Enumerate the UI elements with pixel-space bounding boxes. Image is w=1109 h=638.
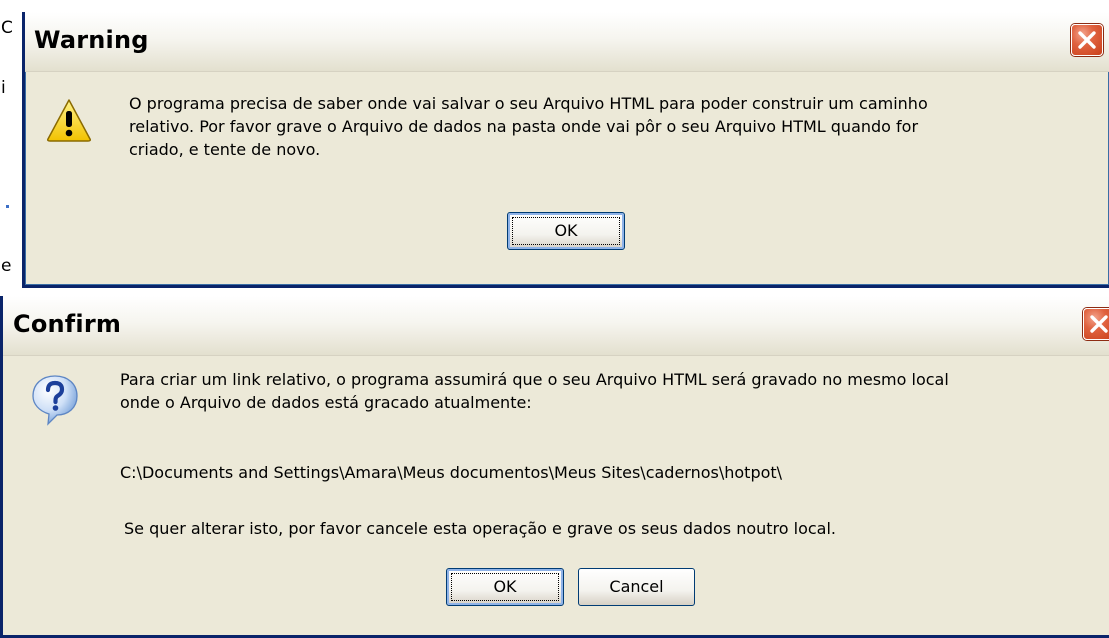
warning-dialog: Warning O programa precisa de saber onde… [22, 12, 1109, 288]
close-icon [1078, 31, 1096, 49]
confirm-titlebar[interactable]: Confirm [3, 296, 1109, 356]
close-icon [1090, 315, 1108, 333]
ok-button-label: OK [554, 221, 578, 240]
ok-button-label: OK [493, 577, 517, 596]
background-text-fragment: i [1, 78, 6, 98]
confirm-message: Para criar um link relativo, o programa … [120, 370, 949, 412]
close-button[interactable] [1071, 24, 1103, 56]
background-dot [6, 205, 9, 208]
ok-button[interactable]: OK [507, 212, 625, 250]
warning-titlebar[interactable]: Warning [25, 12, 1109, 72]
background-text-fragment: e [1, 256, 12, 276]
question-icon [31, 374, 79, 430]
warning-icon [45, 97, 93, 147]
cancel-button-label: Cancel [609, 577, 664, 596]
ok-button[interactable]: OK [446, 568, 564, 606]
close-button[interactable] [1083, 308, 1109, 340]
warning-message: O programa precisa de saber onde vai sal… [129, 94, 928, 159]
background-text-fragment: C [1, 18, 13, 38]
background-window-fragment: C i e [0, 0, 22, 292]
confirm-dialog: Confirm Para criar um link relativo, o p… [0, 296, 1109, 638]
dialog-title: Confirm [13, 310, 122, 338]
path-text: C:\Documents and Settings\Amara\Meus doc… [120, 463, 783, 482]
cancel-button[interactable]: Cancel [578, 568, 695, 606]
confirm-note: Se quer alterar isto, por favor cancele … [124, 519, 836, 538]
dialog-title: Warning [34, 26, 149, 54]
